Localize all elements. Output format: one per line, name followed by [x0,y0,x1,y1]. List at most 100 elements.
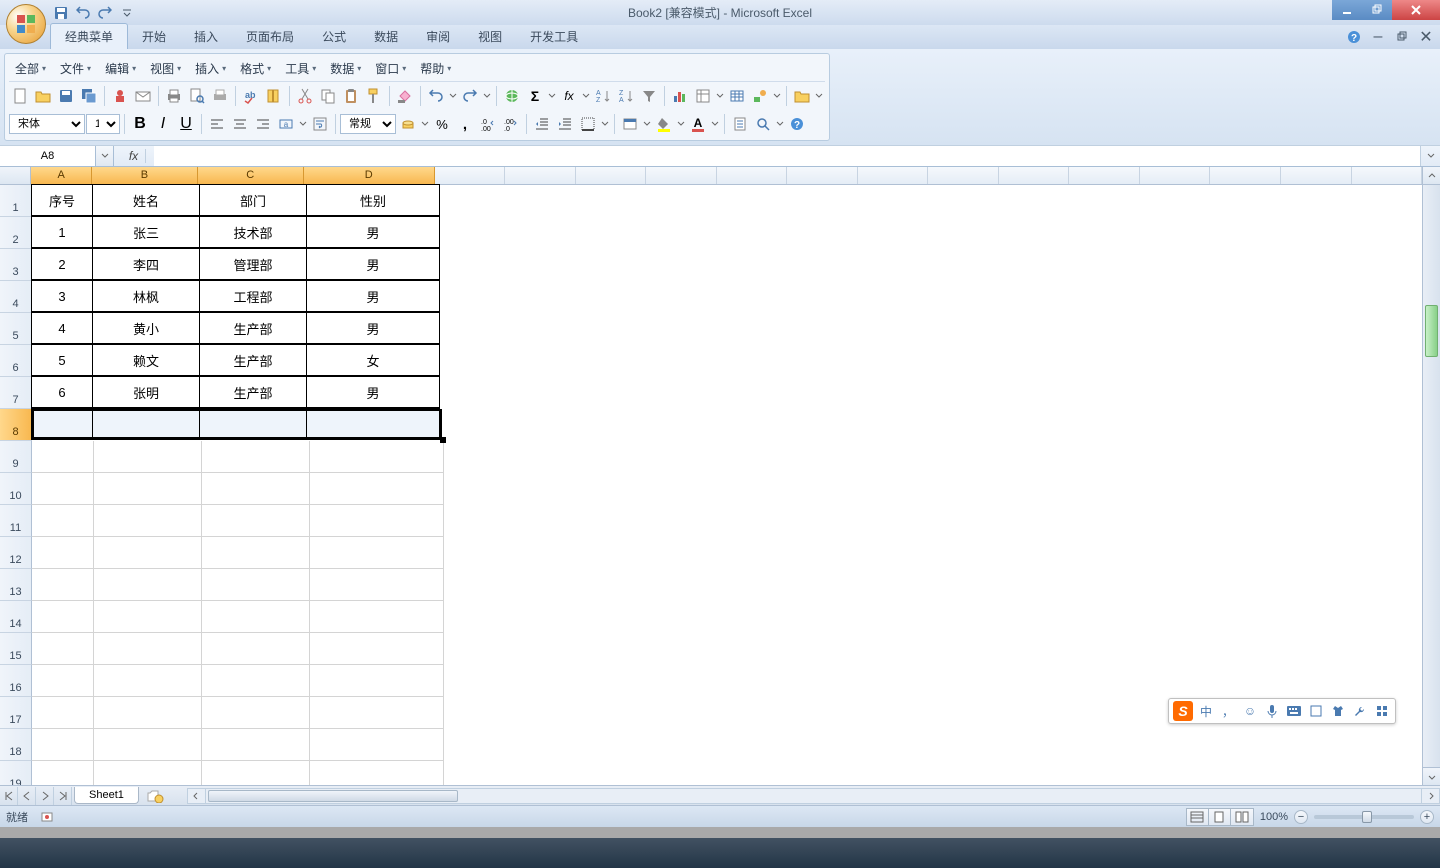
qat-customize-icon[interactable] [118,4,136,22]
cell[interactable] [310,473,444,505]
chevron-down-icon[interactable] [715,85,725,107]
cell[interactable]: 女 [306,344,440,376]
cell[interactable]: 5 [31,344,93,376]
cell[interactable]: 男 [306,216,440,248]
first-sheet-icon[interactable] [0,787,18,805]
sheet-tab[interactable]: Sheet1 [74,787,139,804]
folder-icon[interactable] [791,85,813,107]
undo-icon[interactable] [425,85,447,107]
zoom-slider[interactable] [1314,815,1414,819]
menu-tools[interactable]: 工具▾ [279,58,322,79]
cell[interactable] [32,473,94,505]
increase-indent-icon[interactable] [554,113,576,135]
tab-insert[interactable]: 插入 [180,24,232,49]
menu-insert[interactable]: 插入▾ [189,58,232,79]
row-header[interactable]: 14 [0,601,32,633]
column-header[interactable] [646,167,717,184]
font-size-select[interactable]: 11 [86,114,120,134]
chevron-down-icon[interactable] [547,85,557,107]
column-header[interactable] [1210,167,1281,184]
ime-skin-icon[interactable] [1307,702,1325,720]
cell[interactable]: 男 [306,280,440,312]
decrease-decimal-icon[interactable]: .00.0 [500,113,522,135]
number-format-select[interactable]: 常规 [340,114,396,134]
column-header-A[interactable]: A [31,167,92,184]
column-header[interactable] [505,167,576,184]
next-sheet-icon[interactable] [36,787,54,805]
save-icon[interactable] [55,85,77,107]
research-icon[interactable] [263,85,285,107]
cell[interactable] [32,761,94,785]
scroll-up-icon[interactable] [1423,167,1440,185]
autosum-icon[interactable]: Σ [524,85,546,107]
permission-icon[interactable] [109,85,131,107]
redo-icon[interactable] [459,85,481,107]
formula-input[interactable] [154,146,1420,166]
cell[interactable] [199,408,307,440]
filter-icon[interactable] [638,85,660,107]
row-header[interactable]: 13 [0,569,32,601]
cell[interactable] [202,761,310,785]
cell[interactable]: 技术部 [199,216,307,248]
name-box[interactable]: A8 [0,146,96,166]
cell[interactable] [310,697,444,729]
cell[interactable]: 李四 [92,248,200,280]
cell[interactable] [32,441,94,473]
tab-page-layout[interactable]: 页面布局 [232,24,308,49]
doc-minimize-icon[interactable]: – [1370,29,1386,45]
vertical-scrollbar[interactable] [1422,167,1440,785]
cell[interactable] [94,537,202,569]
row-header[interactable]: 2 [0,217,32,249]
cell[interactable] [32,537,94,569]
ime-logo-icon[interactable]: S [1173,701,1193,721]
scroll-left-icon[interactable] [188,789,206,803]
cell[interactable] [32,697,94,729]
paste-icon[interactable] [340,85,362,107]
cell[interactable] [202,569,310,601]
cut-icon[interactable] [294,85,316,107]
chevron-down-icon[interactable] [482,85,492,107]
cell[interactable] [202,441,310,473]
column-header[interactable] [1352,167,1422,184]
row-header[interactable]: 16 [0,665,32,697]
row-header[interactable]: 18 [0,729,32,761]
cell[interactable]: 生产部 [199,376,307,408]
tab-view[interactable]: 视图 [464,24,516,49]
row-header[interactable]: 17 [0,697,32,729]
cell[interactable] [31,408,93,440]
open-icon[interactable] [32,85,54,107]
column-header-D[interactable]: D [304,167,435,184]
cell[interactable]: 生产部 [199,344,307,376]
row-header[interactable]: 3 [0,249,32,281]
cell[interactable] [94,473,202,505]
table-icon[interactable] [726,85,748,107]
ime-shirt-icon[interactable] [1329,702,1347,720]
cell[interactable]: 男 [306,248,440,280]
clear-icon[interactable] [394,85,416,107]
borders-icon[interactable] [577,113,599,135]
comma-icon[interactable]: , [454,113,476,135]
cell[interactable] [202,601,310,633]
decrease-indent-icon[interactable] [531,113,553,135]
scroll-down-icon[interactable] [1423,767,1440,785]
maximize-button[interactable] [1362,0,1392,20]
cell[interactable] [202,473,310,505]
row-header[interactable]: 6 [0,345,32,377]
row-header[interactable]: 7 [0,377,32,409]
horizontal-scrollbar[interactable] [187,788,1440,804]
save-icon[interactable] [52,4,70,22]
chevron-down-icon[interactable] [775,113,785,135]
print-preview-icon[interactable] [186,85,208,107]
cell[interactable] [202,537,310,569]
cell[interactable] [94,729,202,761]
ime-voice-icon[interactable] [1263,702,1281,720]
cell[interactable] [94,761,202,785]
format-painter-icon[interactable] [363,85,385,107]
ime-grid-icon[interactable] [1373,702,1391,720]
align-center-icon[interactable] [229,113,251,135]
cell[interactable] [310,729,444,761]
column-header[interactable] [787,167,858,184]
menu-window[interactable]: 窗口▾ [369,58,412,79]
column-header[interactable] [576,167,647,184]
cell[interactable]: 6 [31,376,93,408]
